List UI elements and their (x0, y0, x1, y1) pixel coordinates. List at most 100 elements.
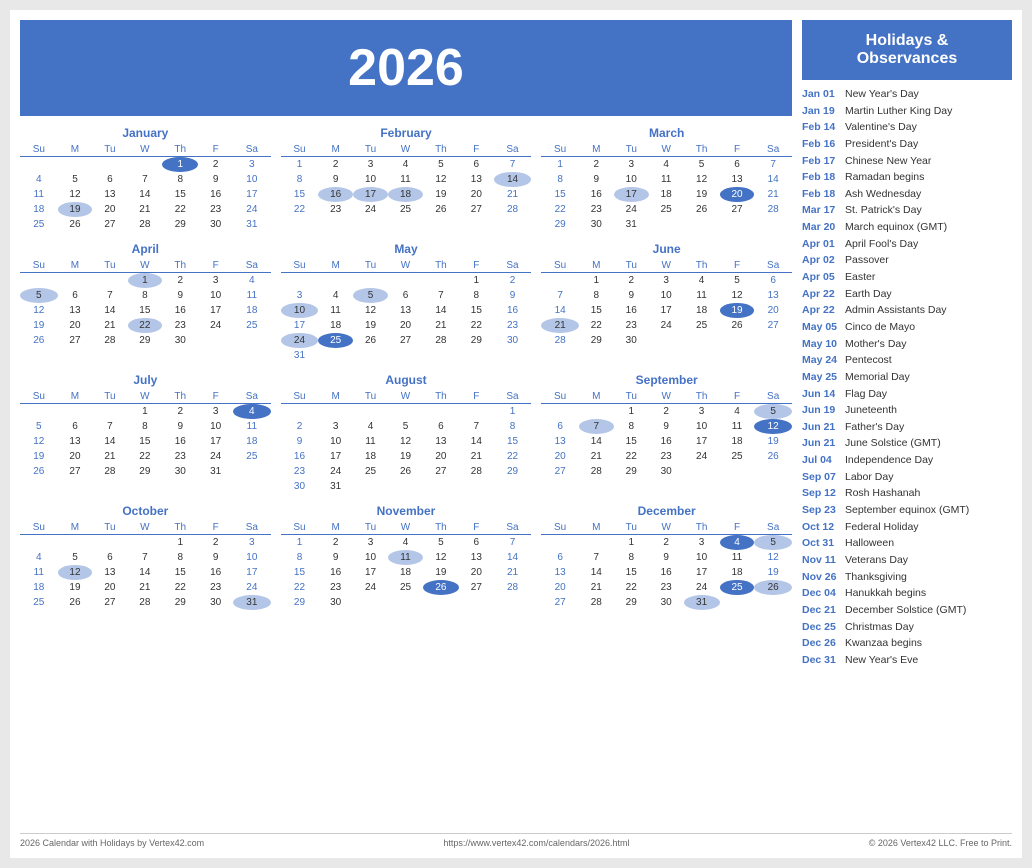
month-march: MarchSuMTuWThFSa123456789101112131415161… (541, 126, 792, 232)
day-cell: 30 (649, 464, 684, 479)
day-cell: 11 (720, 419, 755, 434)
table-row: 25262728293031 (20, 217, 271, 232)
day-cell (58, 157, 93, 173)
day-cell: 26 (423, 202, 459, 217)
holiday-item: Oct 31Halloween (802, 537, 1012, 551)
day-cell: 25 (353, 464, 388, 479)
day-header: Tu (92, 259, 127, 273)
day-header: M (579, 259, 614, 273)
day-cell: 14 (92, 434, 127, 449)
day-cell: 7 (494, 157, 532, 173)
day-cell: 16 (649, 565, 684, 580)
day-cell: 7 (754, 157, 792, 173)
day-cell (128, 535, 163, 551)
table-row: 45678910 (20, 550, 271, 565)
table-row: 123 (20, 535, 271, 551)
day-cell: 17 (318, 449, 353, 464)
day-cell: 27 (459, 580, 494, 595)
holiday-item: Mar 20March equinox (GMT) (802, 221, 1012, 235)
holiday-item: Jan 19Martin Luther King Day (802, 105, 1012, 119)
day-header: Sa (233, 521, 271, 535)
day-cell: 7 (459, 419, 494, 434)
holiday-name: Memorial Day (845, 371, 910, 385)
day-cell: 21 (128, 580, 163, 595)
holiday-date: Sep 07 (802, 471, 840, 485)
holiday-item: Feb 18Ramadan begins (802, 171, 1012, 185)
holiday-name: Pentecost (845, 354, 892, 368)
day-header: Su (20, 259, 58, 273)
day-cell: 12 (423, 172, 459, 187)
holiday-name: Admin Assistants Day (845, 304, 947, 318)
holiday-item: Dec 31New Year's Eve (802, 654, 1012, 668)
table-row: 21222324252627 (541, 318, 792, 333)
holiday-item: Nov 11Veterans Day (802, 554, 1012, 568)
month-title: August (281, 373, 532, 387)
holiday-name: Ash Wednesday (845, 188, 921, 202)
day-header: W (388, 390, 423, 404)
month-table: SuMTuWThFSa12345678910111213141516171819… (20, 259, 271, 348)
day-cell: 24 (684, 580, 720, 595)
day-cell: 26 (423, 580, 459, 595)
day-cell: 27 (541, 595, 579, 610)
day-cell: 21 (459, 449, 494, 464)
holiday-item: Dec 04Hanukkah begins (802, 587, 1012, 601)
day-cell: 9 (281, 434, 319, 449)
day-cell: 7 (128, 550, 163, 565)
day-cell: 17 (281, 318, 319, 333)
holiday-name: Rosh Hashanah (845, 487, 920, 501)
day-cell: 11 (388, 550, 423, 565)
day-cell: 30 (614, 333, 649, 348)
holiday-name: Federal Holiday (845, 521, 919, 535)
holiday-date: Jan 01 (802, 88, 840, 102)
day-cell: 13 (754, 288, 792, 303)
table-row: 1234567 (281, 157, 532, 173)
holiday-name: Halloween (845, 537, 894, 551)
day-cell: 24 (198, 318, 233, 333)
day-cell: 10 (233, 550, 271, 565)
holiday-name: Independence Day (845, 454, 933, 468)
day-cell: 19 (58, 202, 93, 217)
day-cell: 16 (162, 434, 198, 449)
months-grid: JanuarySuMTuWThFSa1234567891011121314151… (20, 126, 792, 610)
day-cell: 18 (20, 202, 58, 217)
day-cell: 17 (198, 303, 233, 318)
table-row: 1234567 (541, 157, 792, 173)
day-cell: 26 (754, 580, 792, 595)
day-cell: 16 (162, 303, 198, 318)
day-cell: 3 (353, 535, 388, 551)
day-cell: 28 (579, 595, 614, 610)
day-cell: 26 (20, 333, 58, 348)
day-cell: 20 (58, 318, 93, 333)
day-cell: 21 (494, 187, 532, 202)
day-cell: 6 (541, 550, 579, 565)
day-cell: 6 (754, 273, 792, 289)
day-header: M (58, 390, 93, 404)
day-cell: 28 (579, 464, 614, 479)
day-header: Sa (494, 143, 532, 157)
month-april: AprilSuMTuWThFSa123456789101112131415161… (20, 242, 271, 363)
month-january: JanuarySuMTuWThFSa1234567891011121314151… (20, 126, 271, 232)
day-cell: 9 (649, 550, 684, 565)
day-cell: 23 (649, 449, 684, 464)
day-cell: 6 (58, 419, 93, 434)
day-cell: 17 (198, 434, 233, 449)
day-cell: 12 (353, 303, 388, 318)
holiday-name: New Year's Day (845, 88, 919, 102)
day-cell: 16 (281, 449, 319, 464)
day-cell: 2 (281, 419, 319, 434)
day-cell: 11 (388, 172, 423, 187)
day-cell: 17 (684, 565, 720, 580)
day-cell: 28 (128, 217, 163, 232)
table-row: 31 (281, 348, 532, 363)
day-cell: 5 (423, 535, 459, 551)
day-cell: 11 (233, 419, 271, 434)
day-header: Sa (754, 143, 792, 157)
table-row: 18192021222324 (20, 202, 271, 217)
day-header: F (198, 143, 233, 157)
day-cell: 30 (162, 333, 198, 348)
day-cell: 16 (318, 565, 353, 580)
day-cell (92, 404, 127, 420)
day-cell: 3 (198, 404, 233, 420)
day-header: Th (684, 521, 720, 535)
month-table: SuMTuWThFSa12345678910111213141516171819… (20, 521, 271, 610)
